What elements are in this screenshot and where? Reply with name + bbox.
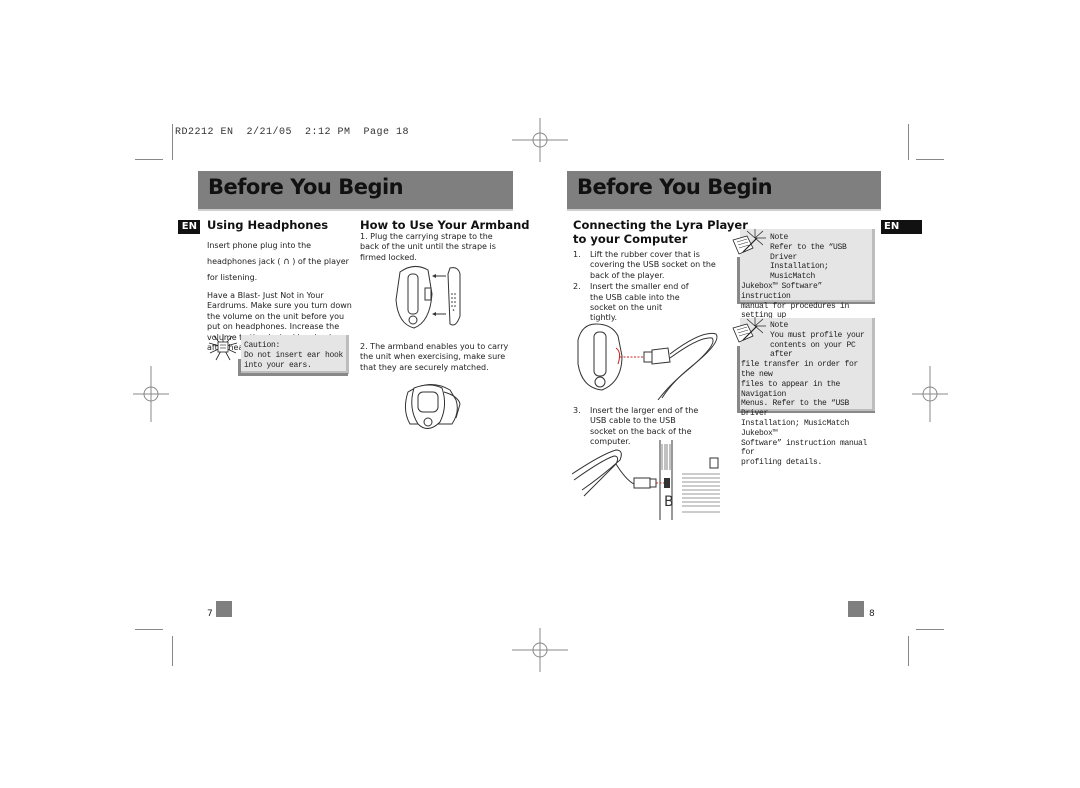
note-2-text: Note You must profile your contents on y… [741, 321, 871, 468]
printer-slug: RD2212 EN 2/21/05 2:12 PM Page 18 [175, 127, 410, 138]
page-marker-square [848, 601, 864, 617]
crop-mark [916, 159, 944, 160]
crop-mark [172, 124, 173, 160]
registration-mark-icon [512, 628, 568, 672]
registration-mark-icon [512, 118, 568, 162]
player-in-armband-illustration [404, 384, 461, 429]
armband-step1: 1. Plug the carrying strape to the back … [360, 232, 496, 262]
caution-hand-icon [208, 334, 238, 361]
armband-step2: 2. The armband enables you to carry the … [360, 342, 509, 372]
step-item: 1. Lift the rubber cover that is coverin… [573, 250, 716, 280]
registration-mark-icon [133, 366, 169, 422]
section-heading-connecting: Connecting the Lyra Player to your Compu… [573, 218, 748, 246]
right-page-banner: Before You Begin [567, 171, 881, 211]
svg-text:B: B [664, 494, 674, 510]
heading-line2: to your Computer [573, 232, 688, 246]
player-back-with-strap-illustration [395, 266, 461, 329]
banner-title: Before You Begin [577, 175, 773, 199]
caution-title: Caution: [244, 341, 281, 350]
registration-mark-icon [912, 366, 948, 422]
crop-mark [916, 629, 944, 630]
usb-cable-to-computer-illustration: B [572, 440, 720, 520]
usb-cable-to-player-illustration [577, 323, 718, 400]
page-number-right: 8 [869, 609, 875, 619]
left-page-banner: Before You Begin [198, 171, 513, 211]
page-number-left: 7 [207, 609, 213, 619]
crop-mark [908, 636, 909, 666]
step-item: 2. Insert the smaller end of the USB cab… [573, 282, 689, 323]
section-heading-headphones: Using Headphones [207, 218, 329, 232]
note-title: Note [770, 233, 789, 242]
connecting-steps-1-2: 1. Lift the rubber cover that is coverin… [573, 250, 718, 324]
crop-mark [908, 124, 909, 160]
section-heading-armband: How to Use Your Armband [360, 218, 530, 232]
caution-body: Do not insert ear hook into your ears. [244, 350, 344, 370]
language-tag: EN [881, 220, 922, 234]
headphones-icon: ∩ [283, 257, 290, 267]
crop-mark [135, 629, 163, 630]
caution-text: Caution: Do not insert ear hook into you… [244, 341, 346, 370]
caution-box-shadow [238, 373, 348, 376]
page-marker-square [216, 601, 232, 617]
language-tag: EN [178, 220, 200, 234]
note-title: Note [770, 321, 789, 330]
banner-title: Before You Begin [208, 175, 404, 199]
heading-line1: Connecting the Lyra Player [573, 218, 748, 232]
crop-mark [172, 636, 173, 666]
crop-mark [135, 159, 163, 160]
